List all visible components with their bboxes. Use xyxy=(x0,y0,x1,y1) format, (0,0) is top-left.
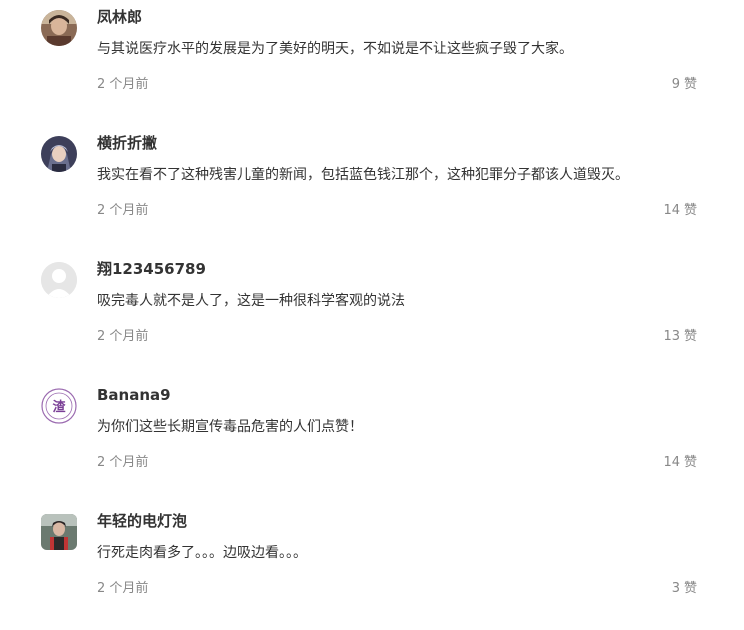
timestamp: 2 个月前 xyxy=(97,203,149,218)
username[interactable]: 年轻的电灯泡 xyxy=(97,511,187,531)
portrait-photo-icon xyxy=(41,10,77,46)
like-count: 14 xyxy=(663,203,680,218)
like-label: 赞 xyxy=(683,329,697,344)
like-button[interactable]: 14 赞 xyxy=(663,201,697,221)
like-button[interactable]: 9赞 xyxy=(672,75,697,95)
like-label: 赞 xyxy=(683,455,697,470)
avatar[interactable] xyxy=(41,514,77,550)
like-label: 赞 xyxy=(683,77,697,92)
like-count: 13 xyxy=(663,329,680,344)
timestamp: 2 个月前 xyxy=(97,581,149,596)
like-count: 3 xyxy=(671,581,680,596)
seal-stamp-icon: 渣 xyxy=(41,388,77,424)
timestamp: 2 个月前 xyxy=(97,455,149,470)
username[interactable]: 横折折撇 xyxy=(97,133,157,153)
like-button[interactable]: 13 赞 xyxy=(663,327,697,347)
seal-glyph: 渣 xyxy=(52,399,66,415)
comment-text: 为你们这些长期宣传毒品危害的人们点赞！ xyxy=(97,419,363,435)
timestamp: 2 个月前 xyxy=(97,77,149,92)
username[interactable]: Banana9 xyxy=(97,385,171,405)
avatar[interactable] xyxy=(41,10,77,46)
like-count: 14 xyxy=(663,455,680,470)
comment-text: 吸完毒人就不是人了，这是一种很科学客观的说法 xyxy=(97,293,405,309)
like-button[interactable]: 3赞 xyxy=(672,579,697,599)
like-button[interactable]: 14 赞 xyxy=(663,453,697,473)
like-label: 赞 xyxy=(683,581,697,596)
comment-item: 年轻的电灯泡 行死走肉看多了。。。边吸边看。。。 2 个月前 3赞 xyxy=(0,504,744,630)
comment-text: 与其说医疗水平的发展是为了美好的明天，不如说是不让这些疯子毁了大家。 xyxy=(97,41,573,57)
anime-character-icon xyxy=(41,136,77,172)
comment-item: 翔123456789 吸完毒人就不是人了，这是一种很科学客观的说法 2 个月前 … xyxy=(0,252,744,378)
username[interactable]: 翔123456789 xyxy=(97,259,206,279)
avatar[interactable] xyxy=(41,262,77,298)
username[interactable]: 凤林郎 xyxy=(97,7,142,27)
like-label: 赞 xyxy=(683,203,697,218)
default-user-icon xyxy=(41,262,77,298)
comment-item: 渣 Banana9 为你们这些长期宣传毒品危害的人们点赞！ 2 个月前 14 赞 xyxy=(0,378,744,504)
avatar[interactable]: 渣 xyxy=(41,388,77,424)
comment-item: 横折折撇 我实在看不了这种残害儿童的新闻，包括蓝色钱江那个，这种犯罪分子都该人道… xyxy=(0,126,744,252)
comment-list: 凤林郎 与其说医疗水平的发展是为了美好的明天，不如说是不让这些疯子毁了大家。 2… xyxy=(0,0,744,609)
comment-text: 行死走肉看多了。。。边吸边看。。。 xyxy=(97,545,307,561)
person-photo-icon xyxy=(41,514,77,550)
comment-item: 凤林郎 与其说医疗水平的发展是为了美好的明天，不如说是不让这些疯子毁了大家。 2… xyxy=(0,0,744,126)
timestamp: 2 个月前 xyxy=(97,329,149,344)
comment-text: 我实在看不了这种残害儿童的新闻，包括蓝色钱江那个，这种犯罪分子都该人道毁灭。 xyxy=(97,167,629,183)
like-count: 9 xyxy=(671,77,680,92)
avatar[interactable] xyxy=(41,136,77,172)
